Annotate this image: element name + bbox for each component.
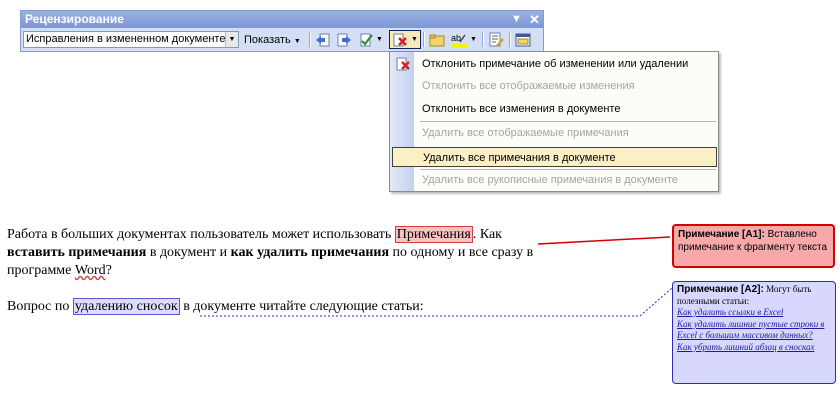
bold-text: как удалить примечания — [230, 245, 390, 260]
toolbar-separator — [309, 32, 311, 47]
document-line-1: Работа в больших документах пользователь… — [7, 226, 502, 243]
menu-item-delete-shown-comments[interactable]: Удалить все отображаемые примечания — [390, 123, 718, 143]
show-menu-label: Показать — [244, 34, 291, 46]
menu-item-reject-all-changes[interactable]: Отклонить все изменения в документе — [390, 99, 718, 119]
bold-text: вставить примечания — [7, 245, 147, 260]
comment-link[interactable]: Как удалить ссылки в Excel — [677, 307, 831, 319]
comment-heading: Примечание [A1]: — [678, 229, 765, 240]
previous-change-icon[interactable] — [315, 32, 331, 48]
display-for-review-value: Исправления в измененном документе — [26, 33, 226, 45]
toolbar-title-bar[interactable]: Рецензирование ▼ ✕ — [21, 11, 543, 28]
toolbar-separator — [482, 32, 484, 47]
comment-anchor-a2[interactable]: удалению сносок — [72, 298, 180, 315]
comment-link[interactable]: Как убрать лишний абзац в сносках — [677, 342, 831, 354]
next-change-icon[interactable] — [336, 32, 352, 48]
menu-item-label: Удалить все отображаемые примечания — [422, 127, 629, 139]
document-text: ? — [105, 263, 112, 278]
document-text: по одному и все сразу в — [389, 245, 534, 260]
reject-change-menu: Отклонить примечание об изменении или уд… — [389, 51, 719, 192]
display-for-review-select[interactable]: Исправления в измененном документе ▼ — [23, 31, 239, 48]
reject-dropdown-arrow[interactable]: ▼ — [411, 31, 418, 49]
document-text: программе — [7, 263, 75, 278]
menu-item-label: Отклонить примечание об изменении или уд… — [422, 58, 689, 70]
comment-anchor-a1[interactable]: Примечания — [394, 226, 473, 243]
new-comment-icon[interactable] — [429, 32, 445, 48]
comment-balloon-a2[interactable]: Примечание [A2]: Могут быть полезными ст… — [672, 281, 836, 384]
menu-item-reject-shown-changes[interactable]: Отклонить все отображаемые изменения — [390, 76, 718, 96]
track-changes-icon[interactable] — [488, 32, 504, 48]
document-text: Работа в больших документах пользователь… — [7, 227, 395, 242]
accept-dropdown-arrow[interactable]: ▼ — [376, 31, 383, 49]
spelling-flagged-word[interactable]: Word — [75, 263, 106, 278]
highlight-dropdown-arrow[interactable]: ▼ — [470, 31, 477, 49]
toolbar-options-icon[interactable]: ▼ — [511, 11, 522, 28]
comment-heading: Примечание [A2]: — [677, 284, 764, 295]
toolbar-title: Рецензирование — [25, 12, 124, 26]
menu-item-delete-all-comments[interactable]: Удалить все примечания в документе — [392, 147, 717, 167]
document-line-4: Вопрос по удалению сносок в документе чи… — [7, 298, 424, 315]
highlight-icon[interactable]: ab — [451, 32, 467, 48]
document-text: . Как — [472, 227, 502, 242]
reviewing-toolbar: Рецензирование ▼ ✕ Исправления в изменен… — [20, 10, 544, 52]
document-line-3: программе Word? — [7, 263, 112, 279]
reject-change-icon[interactable] — [392, 32, 408, 48]
menu-separator — [420, 121, 716, 122]
toolbar-separator — [509, 32, 511, 47]
menu-item-label: Отклонить все отображаемые изменения — [422, 80, 635, 92]
accept-change-icon[interactable] — [358, 32, 374, 48]
document-text: в документ и — [146, 245, 231, 260]
comment-link[interactable]: Как удалить лишние пустые строки в Excel… — [677, 319, 831, 342]
menu-item-label: Удалить все рукописные примечания в доку… — [422, 174, 678, 186]
reviewing-pane-icon[interactable] — [515, 32, 531, 48]
show-menu-button[interactable]: Показать ▼ — [244, 31, 301, 49]
menu-item-delete-ink-comments[interactable]: Удалить все рукописные примечания в доку… — [390, 170, 718, 190]
menu-item-reject-comment[interactable]: Отклонить примечание об изменении или уд… — [390, 54, 718, 74]
comment-a1-connector — [537, 236, 671, 245]
menu-item-label: Отклонить все изменения в документе — [422, 103, 621, 115]
close-icon[interactable]: ✕ — [529, 11, 540, 28]
comment-balloon-a1[interactable]: Примечание [A1]: Вставлено примечание к … — [672, 224, 835, 268]
chevron-down-icon[interactable]: ▼ — [225, 32, 238, 47]
document-text: в документе читайте следующие статьи: — [179, 299, 424, 314]
menu-item-label: Удалить все примечания в документе — [423, 152, 616, 164]
document-line-2: вставить примечания в документ и как уда… — [7, 245, 533, 261]
toolbar-separator — [423, 32, 425, 47]
document-text: Вопрос по — [7, 299, 73, 314]
